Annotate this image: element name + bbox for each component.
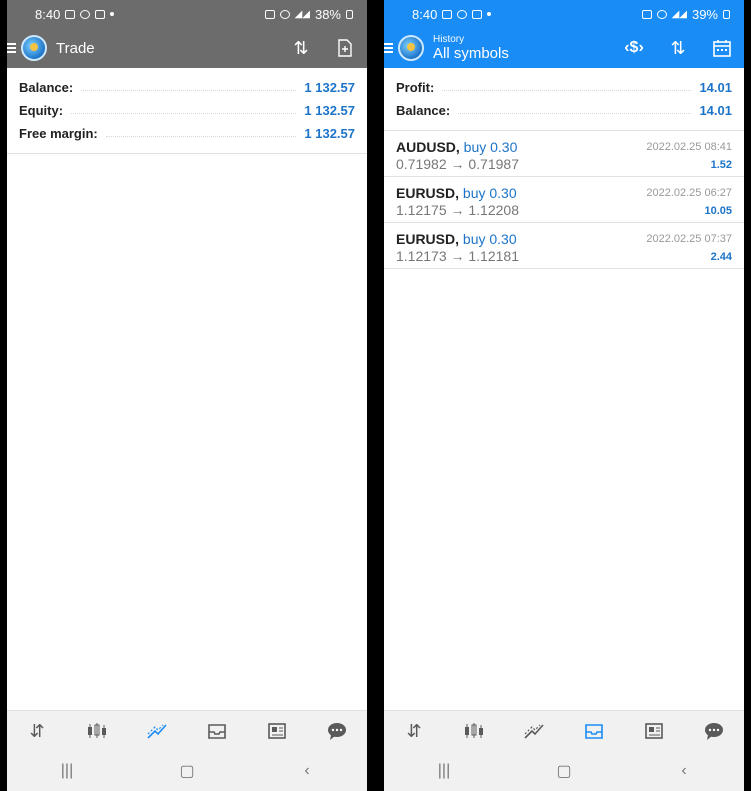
page-title: Trade [56,39,95,57]
deal-list: AUDUSD, buy 0.30 0.71982 → 0.71987 2022.… [384,131,744,269]
battery-icon [723,9,730,19]
recents-icon[interactable]: ||| [47,762,87,780]
metatrader-logo-icon[interactable] [21,35,47,61]
list-item[interactable]: AUDUSD, buy 0.30 0.71982 → 0.71987 2022.… [384,131,744,177]
summary-value: 1 132.57 [304,80,355,95]
deal-prices: 1.12173 → 1.12181 [396,248,519,264]
status-time: 8:40 [412,6,438,22]
deal-prices: 0.71982 → 0.71987 [396,156,519,172]
chart-icon[interactable] [77,713,117,749]
recents-icon[interactable]: ||| [424,762,464,780]
app-bar: Trade ⇅ [7,28,367,68]
video-icon [472,9,483,19]
history-icon[interactable] [197,713,237,749]
whatsapp-icon [457,9,468,19]
page-title[interactable]: History All symbols [433,34,509,62]
new-order-icon[interactable] [323,28,367,68]
deal-symbol: EURUSD, [396,185,460,201]
page-subtitle: History [433,34,465,45]
status-bar: 8:40 ◢◢ 39% [384,0,744,28]
deal-symbol: AUDUSD, [396,139,460,155]
summary-row-balance: Balance: 14.01 [384,99,744,122]
history-icon[interactable] [574,713,614,749]
alarm-icon [656,9,667,19]
chat-icon[interactable] [317,713,357,749]
menu-icon[interactable] [7,43,16,53]
sort-icon[interactable]: ⇅ [279,28,323,68]
quotes-icon[interactable]: ⇵ [394,713,434,749]
symbol-filter-label: All symbols [433,45,509,62]
summary-label: Profit: [396,80,435,95]
status-time: 8:40 [35,6,61,22]
battery-icon [346,9,353,19]
summary-value: 14.01 [699,80,732,95]
whatsapp-icon [80,9,91,19]
back-icon[interactable]: ‹ [287,762,327,780]
system-navigation: ||| ▢ ‹ [7,751,367,791]
summary-row-equity: Equity: 1 132.57 [7,99,367,122]
account-summary: Balance: 1 132.57 Equity: 1 132.57 Free … [7,68,367,154]
news-icon[interactable] [634,713,674,749]
list-item[interactable]: EURUSD, buy 0.30 1.12175 → 1.12208 2022.… [384,177,744,223]
gallery-icon [442,9,453,19]
app-bar: History All symbols ‹$› ⇅ [384,28,744,68]
back-icon[interactable]: ‹ [664,762,704,780]
wifi-signal-icon: ◢◢ [671,8,687,20]
bottom-navigation: ⇵ [7,710,367,751]
home-icon[interactable]: ▢ [544,761,584,781]
bottom-navigation: ⇵ [384,710,744,751]
history-screen: 8:40 ◢◢ 39% History All symbols ‹$› ⇅ Pr… [384,0,744,791]
history-summary: Profit: 14.01 Balance: 14.01 [384,68,744,131]
status-bar: 8:40 ◢◢ 38% [7,0,367,28]
video-icon [95,9,106,19]
battery-level: 38% [314,6,341,22]
deal-symbol: EURUSD, [396,231,460,247]
battery-level: 39% [691,6,718,22]
deal-profit: 1.52 [710,159,732,171]
wifi-signal-icon: ◢◢ [294,8,310,20]
deal-time: 2022.02.25 06:27 [646,187,732,199]
summary-value: 1 132.57 [304,103,355,118]
lock-icon [641,9,652,19]
calendar-icon[interactable] [700,28,744,68]
deal-side: buy 0.30 [463,139,518,155]
summary-row-balance: Balance: 1 132.57 [7,76,367,99]
deal-prices: 1.12175 → 1.12208 [396,202,519,218]
menu-icon[interactable] [384,43,393,53]
gallery-icon [65,9,76,19]
notification-dot-icon [110,12,115,16]
summary-label: Free margin: [19,126,98,141]
summary-label: Balance: [19,80,74,95]
chart-icon[interactable] [454,713,494,749]
trade-icon[interactable] [514,713,554,749]
summary-row-free-margin: Free margin: 1 132.57 [7,122,367,145]
deal-profit: 10.05 [704,205,732,217]
system-navigation: ||| ▢ ‹ [384,751,744,791]
summary-value: 1 132.57 [304,126,355,141]
list-item[interactable]: EURUSD, buy 0.30 1.12173 → 1.12181 2022.… [384,223,744,269]
alarm-icon [279,9,290,19]
trade-icon[interactable] [137,713,177,749]
sort-icon[interactable]: ⇅ [656,28,700,68]
currency-filter-icon[interactable]: ‹$› [612,28,656,68]
lock-icon [264,9,275,19]
deal-time: 2022.02.25 08:41 [646,141,732,153]
summary-value: 14.01 [699,103,732,118]
deal-side: buy 0.30 [462,231,517,247]
news-icon[interactable] [257,713,297,749]
home-icon[interactable]: ▢ [167,761,207,781]
summary-row-profit: Profit: 14.01 [384,76,744,99]
metatrader-logo-icon[interactable] [398,35,424,61]
trade-screen: 8:40 ◢◢ 38% Trade ⇅ Balance: 1 132.57 Eq… [7,0,367,791]
deal-profit: 2.44 [710,251,732,263]
summary-label: Equity: [19,103,64,118]
quotes-icon[interactable]: ⇵ [17,713,57,749]
deal-time: 2022.02.25 07:37 [646,233,732,245]
notification-dot-icon [487,12,492,16]
summary-label: Balance: [396,103,451,118]
chat-icon[interactable] [694,713,734,749]
deal-side: buy 0.30 [462,185,517,201]
